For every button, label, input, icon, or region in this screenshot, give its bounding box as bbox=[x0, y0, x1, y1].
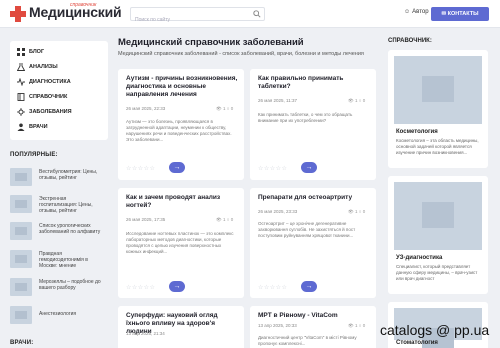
list-item[interactable]: Анестезиология bbox=[10, 303, 108, 327]
article-excerpt: Аутизм — это болезнь, проявляющаяся в за… bbox=[126, 119, 232, 142]
rating-stars[interactable]: ☆☆☆☆☆ bbox=[126, 284, 155, 291]
reference-name[interactable]: УЗ-диагностика bbox=[396, 255, 442, 261]
list-item-title: Анестезиология bbox=[39, 311, 77, 317]
list-item[interactable]: Правдная гемодиоэдетонимія в Москве: мне… bbox=[10, 247, 108, 271]
thumbnail bbox=[10, 195, 32, 213]
reference-card[interactable]: Косметология Косметология – эта область … bbox=[388, 50, 488, 168]
read-more-button[interactable]: → bbox=[169, 281, 185, 292]
menu-item-label: ЗАБОЛЕВАНИЯ bbox=[29, 109, 72, 115]
article-card[interactable]: Аутизм - причины возникновения, диагност… bbox=[118, 69, 244, 180]
read-more-button[interactable]: → bbox=[301, 162, 317, 173]
list-item-title: Экстренная госпитализация: Цены, отзывы,… bbox=[39, 196, 93, 214]
menu-item-label: ВРАЧИ bbox=[29, 124, 48, 130]
article-meta: 👁 1 ○ 0 bbox=[216, 106, 234, 111]
reference-name[interactable]: Косметология bbox=[396, 129, 438, 135]
article-excerpt: Остеоартрит – це хронічне дегенеративне … bbox=[258, 221, 356, 238]
rating-stars[interactable]: ☆☆☆☆☆ bbox=[126, 165, 155, 172]
grid-icon bbox=[16, 48, 25, 57]
menu-item-label: ДИАГНОСТИКА bbox=[29, 79, 71, 85]
reference-title: СПРАВОЧНИК: bbox=[388, 38, 432, 44]
category-menu: БЛОГ АНАЛИЗЫ ДИАГНОСТИКА СПРАВОЧНИК ЗАБО… bbox=[10, 41, 108, 140]
list-item[interactable]: Вестибулометрия: Цены, отзывы, рейтинг bbox=[10, 165, 108, 189]
article-meta: 👁 1 ○ 0 bbox=[348, 98, 366, 103]
menu-item-diseases[interactable]: ЗАБОЛЕВАНИЯ bbox=[16, 106, 104, 118]
article-date: 26 мая 2025, 11:37 bbox=[258, 98, 297, 103]
author-label: Автор bbox=[412, 9, 429, 15]
article-card[interactable]: Как и зачем проводят анализ ногтей? 26 м… bbox=[118, 188, 244, 298]
article-meta: 👁 1 ○ 0 bbox=[348, 323, 366, 328]
read-more-button[interactable]: → bbox=[169, 162, 185, 173]
article-date: 26 мая 2025, 22:33 bbox=[126, 106, 166, 111]
menu-item-blog[interactable]: БЛОГ bbox=[16, 46, 104, 58]
menu-item-doctors[interactable]: ВРАЧИ bbox=[16, 121, 104, 133]
article-title[interactable]: Препарати для остеоартриту bbox=[258, 194, 370, 202]
list-item[interactable]: Мерозеллы – подобное до вашего разбору bbox=[10, 275, 108, 299]
medical-cross-icon[interactable] bbox=[10, 6, 26, 22]
contacts-button[interactable]: ✉ КОНТАКТЫ bbox=[431, 7, 489, 21]
article-date: 26 мая 2025, 23:33 bbox=[258, 209, 298, 214]
site-header: Медицинский справочник ☺Автор ✉ КОНТАКТЫ bbox=[0, 0, 500, 28]
reference-card[interactable]: УЗ-диагностика Специалист, который предс… bbox=[388, 176, 488, 294]
contacts-label: КОНТАКТЫ bbox=[447, 11, 479, 17]
menu-item-diagnostics[interactable]: ДИАГНОСТИКА bbox=[16, 76, 104, 88]
reference-image[interactable] bbox=[394, 56, 482, 124]
popular-list: Вестибулометрия: Цены, отзывы, рейтинг Э… bbox=[10, 165, 108, 335]
article-card[interactable]: Как правильно принимать таблетки? 26 мая… bbox=[250, 69, 376, 180]
page-subtitle: Медицинский справочник заболеваний - спи… bbox=[118, 51, 364, 57]
article-date: 13 апр 2025, 21:34 bbox=[126, 331, 165, 336]
reference-desc: Специалист, который представляет данную … bbox=[396, 264, 478, 281]
thumbnail bbox=[10, 168, 32, 186]
list-item-title: Список урологических заболеваний по алфа… bbox=[39, 223, 101, 235]
list-item[interactable]: Экстренная госпитализация: Цены, отзывы,… bbox=[10, 192, 108, 216]
menu-item-reference[interactable]: СПРАВОЧНИК bbox=[16, 91, 104, 103]
list-item[interactable]: Список урологических заболеваний по алфа… bbox=[10, 219, 108, 243]
article-title[interactable]: Аутизм - причины возникновения, диагност… bbox=[126, 75, 238, 99]
doctor-icon bbox=[16, 123, 25, 132]
article-excerpt: Исследование ногтевых пластинок — это ко… bbox=[126, 231, 234, 254]
thumbnail bbox=[10, 306, 32, 324]
article-card[interactable]: MPT в Рівному - VitaCom 13 апр 2025, 20:… bbox=[250, 306, 376, 348]
menu-item-label: СПРАВОЧНИК bbox=[29, 94, 68, 100]
menu-item-label: БЛОГ bbox=[29, 49, 45, 55]
article-card[interactable]: Суперфуди: науковий огляд їхнього впливу… bbox=[118, 306, 244, 348]
search-input[interactable] bbox=[131, 14, 246, 26]
book-icon bbox=[16, 93, 25, 102]
watermark: catalogs @ pp.ua bbox=[380, 322, 490, 338]
article-title[interactable]: Как правильно принимать таблетки? bbox=[258, 75, 370, 91]
read-more-button[interactable]: → bbox=[301, 281, 317, 292]
popular-title: ПОПУЛЯРНЫЕ: bbox=[10, 152, 58, 158]
article-meta: 👁 1 ○ 0 bbox=[216, 217, 234, 222]
user-icon: ☺ bbox=[404, 9, 411, 15]
article-date: 13 апр 2025, 20:33 bbox=[258, 323, 297, 328]
article-title[interactable]: Как и зачем проводят анализ ногтей? bbox=[126, 194, 238, 210]
list-item-title: Мерозеллы – подобное до вашего разбору bbox=[39, 279, 101, 291]
page-title: Медицинский справочник заболеваний bbox=[118, 37, 304, 48]
menu-item-label: АНАЛИЗЫ bbox=[29, 64, 58, 70]
list-item-title: Правдная гемодиоэдетонимія в Москве: мне… bbox=[39, 251, 88, 269]
author-link[interactable]: ☺ Автор bbox=[404, 9, 429, 15]
article-meta: 👁 1 ○ 0 bbox=[348, 209, 366, 214]
article-excerpt: Как принимать таблетки, о чем это обраща… bbox=[258, 112, 353, 123]
thumbnail bbox=[10, 250, 32, 268]
virus-icon bbox=[16, 108, 25, 117]
search-box bbox=[130, 7, 265, 26]
reference-desc: Косметология – эта область медицины, осн… bbox=[396, 138, 479, 155]
menu-item-analyses[interactable]: АНАЛИЗЫ bbox=[16, 61, 104, 73]
pulse-icon bbox=[16, 78, 25, 87]
doctors-title: ВРАЧИ: bbox=[10, 340, 34, 346]
thumbnail bbox=[10, 222, 32, 240]
list-item-title: Вестибулометрия: Цены, отзывы, рейтинг bbox=[39, 169, 98, 181]
reference-name[interactable]: Стоматология bbox=[396, 340, 438, 346]
search-icon[interactable] bbox=[253, 10, 261, 18]
rating-stars[interactable]: ☆☆☆☆☆ bbox=[258, 165, 287, 172]
article-card[interactable]: Препарати для остеоартриту 26 мая 2025, … bbox=[250, 188, 376, 298]
rating-stars[interactable]: ☆☆☆☆☆ bbox=[258, 284, 287, 291]
article-excerpt: Диагностичний центр "VitaCom" в місті Рі… bbox=[258, 335, 357, 346]
logo-tagline: справочник bbox=[70, 2, 97, 8]
reference-image[interactable] bbox=[394, 182, 482, 250]
article-title[interactable]: MPT в Рівному - VitaCom bbox=[258, 312, 370, 320]
flask-icon bbox=[16, 63, 25, 72]
article-date: 26 мая 2025, 17:35 bbox=[126, 217, 166, 222]
thumbnail bbox=[10, 278, 32, 296]
